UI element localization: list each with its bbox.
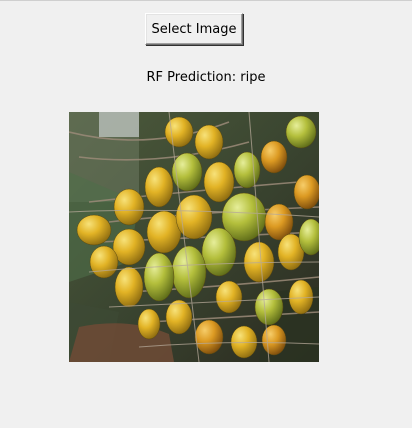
select-image-button[interactable]: Select Image [145, 13, 243, 45]
window-top-border [0, 0, 412, 1]
fruit-image [69, 112, 319, 362]
prediction-label: RF Prediction: ripe [146, 70, 266, 85]
